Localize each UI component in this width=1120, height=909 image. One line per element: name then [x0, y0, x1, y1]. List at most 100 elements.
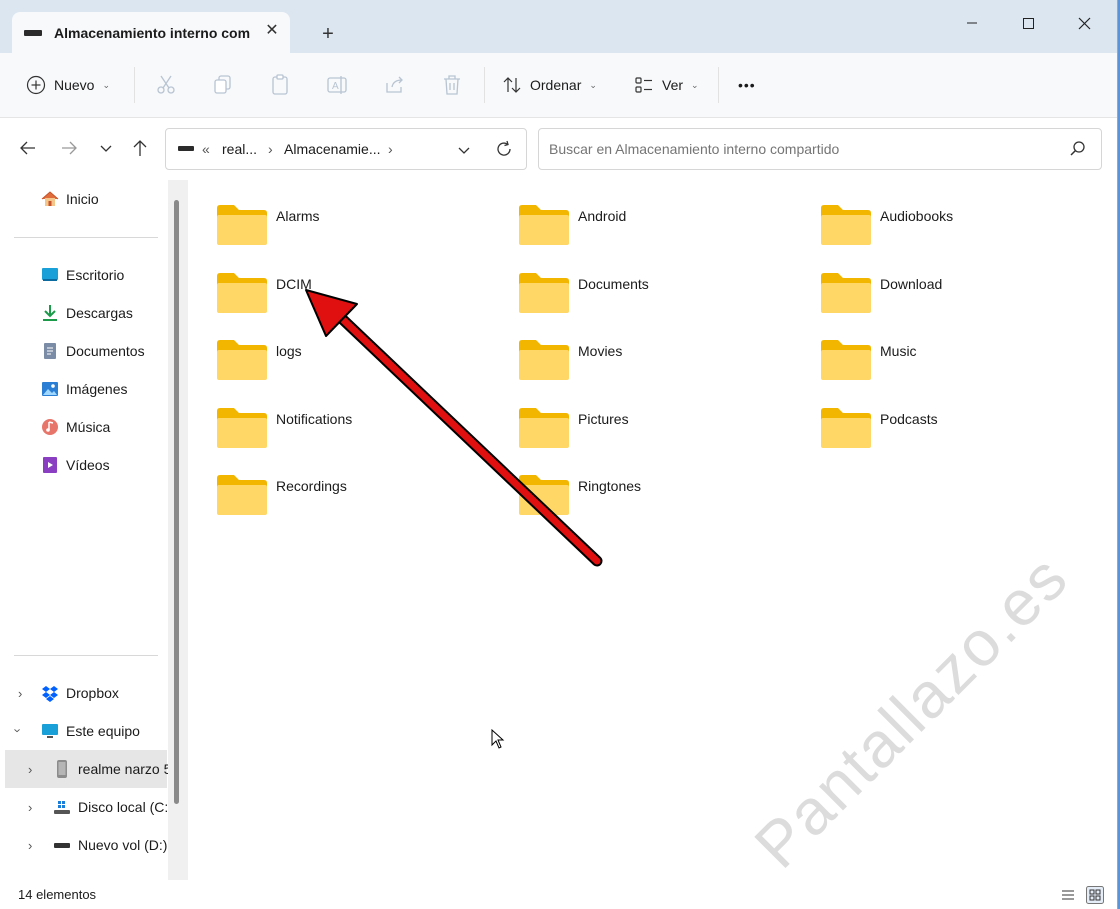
item-count: 14 elementos — [18, 887, 97, 902]
folder-icon — [519, 408, 569, 448]
sidebar-scrollbar[interactable] — [174, 200, 179, 804]
copy-icon[interactable] — [211, 73, 235, 97]
recent-locations-button[interactable] — [93, 135, 119, 161]
divider — [134, 67, 135, 103]
folder-item[interactable]: Notifications — [188, 389, 468, 448]
divider — [484, 67, 485, 103]
view-button[interactable]: Ver ⌄ — [634, 65, 699, 105]
details-view-icon[interactable] — [1060, 887, 1076, 903]
arrow-right-icon — [62, 141, 77, 155]
close-icon — [1078, 17, 1091, 30]
folder-item[interactable]: Movies — [490, 321, 770, 380]
sort-button[interactable]: Ordenar ⌄ — [502, 65, 597, 105]
address-row: « real... › Almacenamie... › — [0, 118, 1117, 178]
view-icon — [635, 77, 652, 93]
chevron-down-icon: ⌄ — [102, 79, 111, 90]
folder-label: Music — [880, 343, 917, 359]
sidebar-item-local-disk-c[interactable]: Disco local (C:) — [52, 789, 168, 825]
sidebar-item-label: Este equipo — [66, 723, 140, 739]
folder-item[interactable]: Audiobooks — [792, 186, 1072, 245]
sidebar-item-volume-d[interactable]: Nuevo vol (D:) — [52, 827, 168, 863]
folder-item[interactable]: DCIM — [188, 254, 468, 313]
sidebar-item-phone[interactable]: realme narzo 5 — [52, 751, 168, 787]
tab-storage[interactable]: Almacenamiento interno com ✕ — [12, 12, 290, 53]
refresh-icon[interactable] — [494, 139, 514, 159]
home-icon — [40, 189, 60, 209]
cut-icon[interactable] — [154, 73, 178, 97]
delete-icon[interactable] — [440, 73, 464, 97]
folder-icon — [821, 273, 871, 313]
folder-item[interactable]: Podcasts — [792, 389, 1072, 448]
back-button[interactable] — [15, 135, 41, 161]
chevron-right-icon[interactable]: › — [18, 686, 22, 701]
navigation-pane: Inicio Escritorio Descargas Documentos I… — [0, 178, 203, 880]
search-icon[interactable] — [1069, 140, 1087, 158]
share-icon[interactable] — [383, 73, 407, 97]
sidebar-item-label: Vídeos — [66, 457, 110, 473]
title-bar: Almacenamiento interno com ✕ + — [0, 0, 1117, 53]
chevron-down-icon — [100, 145, 112, 152]
folder-icon — [821, 340, 871, 380]
sidebar-item-label: Imágenes — [66, 381, 128, 397]
folder-item[interactable]: Pictures — [490, 389, 770, 448]
folder-item[interactable]: Download — [792, 254, 1072, 313]
arrow-left-icon — [20, 141, 35, 155]
download-icon — [40, 303, 60, 323]
search-box[interactable] — [538, 128, 1102, 170]
folder-label: DCIM — [276, 276, 312, 292]
sort-icon — [503, 77, 521, 93]
folder-label: Download — [880, 276, 943, 292]
folder-item[interactable]: Android — [490, 186, 770, 245]
more-options-button[interactable]: ••• — [738, 65, 756, 105]
folder-icon — [519, 475, 569, 515]
folder-item[interactable]: Documents — [490, 254, 770, 313]
sidebar-item-label: Escritorio — [66, 267, 125, 283]
folder-label: logs — [276, 343, 302, 359]
folder-label: Recordings — [276, 478, 347, 494]
arrow-up-icon — [133, 140, 147, 156]
folder-label: Pictures — [578, 411, 629, 427]
divider — [14, 655, 158, 656]
drive-icon — [178, 146, 194, 151]
address-bar[interactable]: « real... › Almacenamie... › — [165, 128, 527, 170]
rename-icon[interactable]: A — [325, 73, 349, 97]
phone-icon — [52, 759, 72, 779]
new-tab-button[interactable]: + — [316, 22, 340, 46]
document-icon — [40, 341, 60, 361]
paste-icon[interactable] — [268, 73, 292, 97]
folder-item[interactable]: Recordings — [188, 456, 468, 515]
breadcrumb-storage[interactable]: Almacenamie... — [284, 141, 380, 157]
close-window-button[interactable] — [1064, 9, 1104, 37]
forward-button[interactable] — [56, 135, 82, 161]
folder-label: Podcasts — [880, 411, 938, 427]
chevron-right-icon[interactable]: › — [28, 800, 32, 815]
maximize-button[interactable] — [1008, 9, 1048, 37]
chevron-down-icon[interactable] — [454, 140, 474, 160]
sidebar-item-label: Documentos — [66, 343, 145, 359]
folder-item[interactable]: Music — [792, 321, 1072, 380]
chevron-right-icon[interactable]: › — [28, 838, 32, 853]
tab-close-button[interactable]: ✕ — [262, 20, 282, 42]
dropbox-icon — [40, 683, 60, 703]
breadcrumb-overflow[interactable]: « — [202, 141, 210, 157]
tiles-view-icon[interactable] — [1086, 886, 1104, 904]
status-bar: 14 elementos — [0, 880, 1117, 909]
image-icon — [40, 379, 60, 399]
chevron-right-icon[interactable]: › — [28, 762, 32, 777]
maximize-icon — [1023, 18, 1034, 29]
folder-item[interactable]: Alarms — [188, 186, 468, 245]
chevron-down-icon[interactable]: › — [11, 728, 26, 732]
folder-icon — [519, 273, 569, 313]
search-input[interactable] — [547, 138, 1051, 160]
minimize-button[interactable] — [952, 9, 992, 37]
sidebar-item-label: Inicio — [66, 191, 99, 207]
new-button[interactable]: Nuevo ⌄ — [26, 65, 110, 105]
folder-icon — [519, 205, 569, 245]
folder-item[interactable]: logs — [188, 321, 468, 380]
divider — [14, 237, 158, 238]
breadcrumb-separator[interactable]: › — [388, 141, 393, 157]
breadcrumb-device[interactable]: real... — [222, 141, 257, 157]
up-button[interactable] — [127, 135, 153, 161]
breadcrumb-separator[interactable]: › — [268, 141, 273, 157]
folder-item[interactable]: Ringtones — [490, 456, 770, 515]
